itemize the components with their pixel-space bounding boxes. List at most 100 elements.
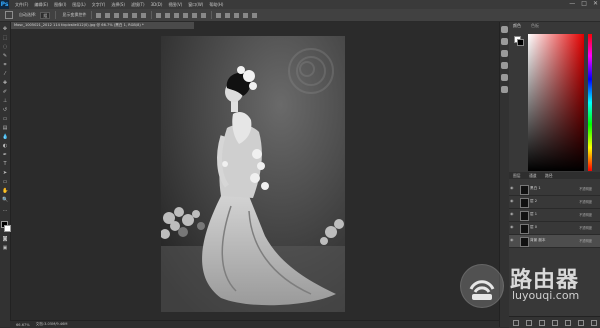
crop-tool-icon[interactable]: ⌗: [2, 62, 8, 68]
brush-tool-icon[interactable]: ✐: [2, 89, 8, 95]
zoom-tool-icon[interactable]: 🔍: [2, 197, 8, 203]
eraser-tool-icon[interactable]: ▭: [2, 116, 8, 122]
adjustment-layer-icon[interactable]: [551, 319, 558, 326]
menu-layer[interactable]: 图层(L): [72, 2, 85, 8]
document-canvas[interactable]: [161, 36, 345, 312]
tab-channels[interactable]: 通道: [529, 173, 537, 179]
menu-edit[interactable]: 编辑(E): [34, 2, 48, 8]
align-left-icon[interactable]: [123, 12, 129, 18]
3d-roll-icon[interactable]: [234, 12, 240, 18]
align-top-icon[interactable]: [96, 12, 102, 18]
hue-slider[interactable]: [588, 34, 592, 171]
paragraph-panel-icon[interactable]: [501, 74, 508, 81]
eyedropper-tool-icon[interactable]: ⁄: [2, 71, 8, 77]
marquee-tool-icon[interactable]: ⬚: [2, 35, 8, 41]
minimize-button[interactable]: —: [569, 1, 575, 7]
color-panel-background-swatch[interactable]: [517, 39, 524, 46]
dodge-tool-icon[interactable]: ◐: [2, 143, 8, 149]
menu-view[interactable]: 视图(V): [168, 2, 182, 8]
close-button[interactable]: ✕: [593, 1, 598, 7]
visibility-eye-icon[interactable]: ◉: [510, 199, 514, 203]
pen-tool-icon[interactable]: ✒: [2, 152, 8, 158]
menu-file[interactable]: 文件(F): [15, 2, 28, 8]
color-picker-field[interactable]: [528, 34, 584, 171]
transform-controls-checkbox[interactable]: 显示变换控件: [62, 12, 86, 18]
character-panel-icon[interactable]: [501, 86, 508, 93]
auto-select-dropdown[interactable]: 组: [40, 11, 51, 19]
move-tool-icon[interactable]: [5, 11, 13, 19]
quick-select-tool-icon[interactable]: ✎: [2, 53, 8, 59]
menu-select[interactable]: 选择(S): [111, 2, 125, 8]
align-middle-icon[interactable]: [105, 12, 111, 18]
align-center-icon[interactable]: [132, 12, 138, 18]
visibility-eye-icon[interactable]: ◉: [510, 186, 514, 190]
visibility-eye-icon[interactable]: ◉: [510, 238, 514, 242]
quick-mask-icon[interactable]: ◙: [2, 236, 8, 242]
3d-rotate-icon[interactable]: [225, 12, 231, 18]
delete-layer-icon[interactable]: [590, 319, 597, 326]
new-layer-icon[interactable]: [577, 319, 584, 326]
distribute-middle-icon[interactable]: [165, 12, 171, 18]
layers-panel-tabs: 图层 通道 路径: [509, 172, 600, 179]
3d-mode-icon[interactable]: [216, 12, 222, 18]
shape-tool-icon[interactable]: ▭: [2, 179, 8, 185]
menu-3d[interactable]: 3D(D): [151, 2, 163, 7]
distribute-bottom-icon[interactable]: [174, 12, 180, 18]
3d-slide-icon[interactable]: [252, 12, 258, 18]
hand-tool-icon[interactable]: ✋: [2, 188, 8, 194]
tab-swatches[interactable]: 色板: [531, 23, 539, 29]
tab-paths[interactable]: 路径: [545, 173, 553, 179]
link-layers-icon[interactable]: [512, 319, 519, 326]
lasso-tool-icon[interactable]: ◌: [2, 44, 8, 50]
layer-row[interactable]: ◉ 层 0 不透明度: [509, 222, 600, 235]
layer-row[interactable]: ◉ 层 2 不透明度: [509, 196, 600, 209]
document-tab[interactable]: Mosc_1005021_2012 114 ticpicsiie012(0).j…: [10, 22, 194, 29]
tab-color[interactable]: 颜色: [513, 23, 521, 29]
layer-row[interactable]: ◉ 层 1 不透明度: [509, 209, 600, 222]
path-select-tool-icon[interactable]: ➤: [2, 170, 8, 176]
layer-row-selected[interactable]: ◉ 背景 副本 不透明度: [509, 235, 600, 248]
distribute-left-icon[interactable]: [183, 12, 189, 18]
distribute-right-icon[interactable]: [201, 12, 207, 18]
tab-layers[interactable]: 图层: [513, 173, 521, 179]
menu-image[interactable]: 图像(I): [54, 2, 66, 8]
menu-filter[interactable]: 滤镜(T): [131, 2, 145, 8]
move-tool-icon[interactable]: ✥: [2, 26, 8, 32]
menu-type[interactable]: 文字(Y): [92, 2, 106, 8]
background-color-swatch[interactable]: [4, 225, 11, 232]
menu-help[interactable]: 帮助(H): [209, 2, 223, 8]
align-bottom-icon[interactable]: [114, 12, 120, 18]
visibility-eye-icon[interactable]: ◉: [510, 212, 514, 216]
layer-name: 背景 副本: [530, 238, 546, 242]
adjustments-panel-icon[interactable]: [501, 50, 508, 57]
align-right-icon[interactable]: [141, 12, 147, 18]
distribute-center-icon[interactable]: [192, 12, 198, 18]
3d-pan-icon[interactable]: [243, 12, 249, 18]
divider: [151, 11, 153, 19]
properties-panel-icon[interactable]: [501, 38, 508, 45]
zoom-level[interactable]: 66.67%: [16, 323, 30, 327]
maximize-button[interactable]: □: [581, 1, 587, 7]
layer-row[interactable]: ◉ 黑白 1 不透明度: [509, 183, 600, 196]
history-panel-icon[interactable]: [501, 26, 508, 33]
visibility-eye-icon[interactable]: ◉: [510, 225, 514, 229]
layer-opacity: 不透明度: [579, 187, 592, 191]
healing-brush-tool-icon[interactable]: ✚: [2, 80, 8, 86]
document-size-info[interactable]: 文档:3.05M/9.46M: [36, 322, 68, 327]
type-tool-icon[interactable]: T: [2, 161, 8, 167]
history-brush-tool-icon[interactable]: ↺: [2, 107, 8, 113]
layer-style-icon[interactable]: [525, 319, 532, 326]
layer-thumbnail: [520, 224, 529, 234]
screen-mode-icon[interactable]: ▣: [2, 245, 8, 251]
menu-window[interactable]: 窗口(W): [188, 2, 203, 8]
blur-tool-icon[interactable]: 💧: [2, 134, 8, 140]
distribute-top-icon[interactable]: [156, 12, 162, 18]
gradient-tool-icon[interactable]: ▤: [2, 125, 8, 131]
photoshop-logo: Ps: [0, 0, 9, 9]
clone-stamp-tool-icon[interactable]: ⊥: [2, 98, 8, 104]
styles-panel-icon[interactable]: [501, 62, 508, 69]
add-mask-icon[interactable]: [538, 319, 545, 326]
divider: [211, 11, 213, 19]
new-group-icon[interactable]: [564, 319, 571, 326]
more-tools-icon[interactable]: …: [2, 207, 8, 213]
